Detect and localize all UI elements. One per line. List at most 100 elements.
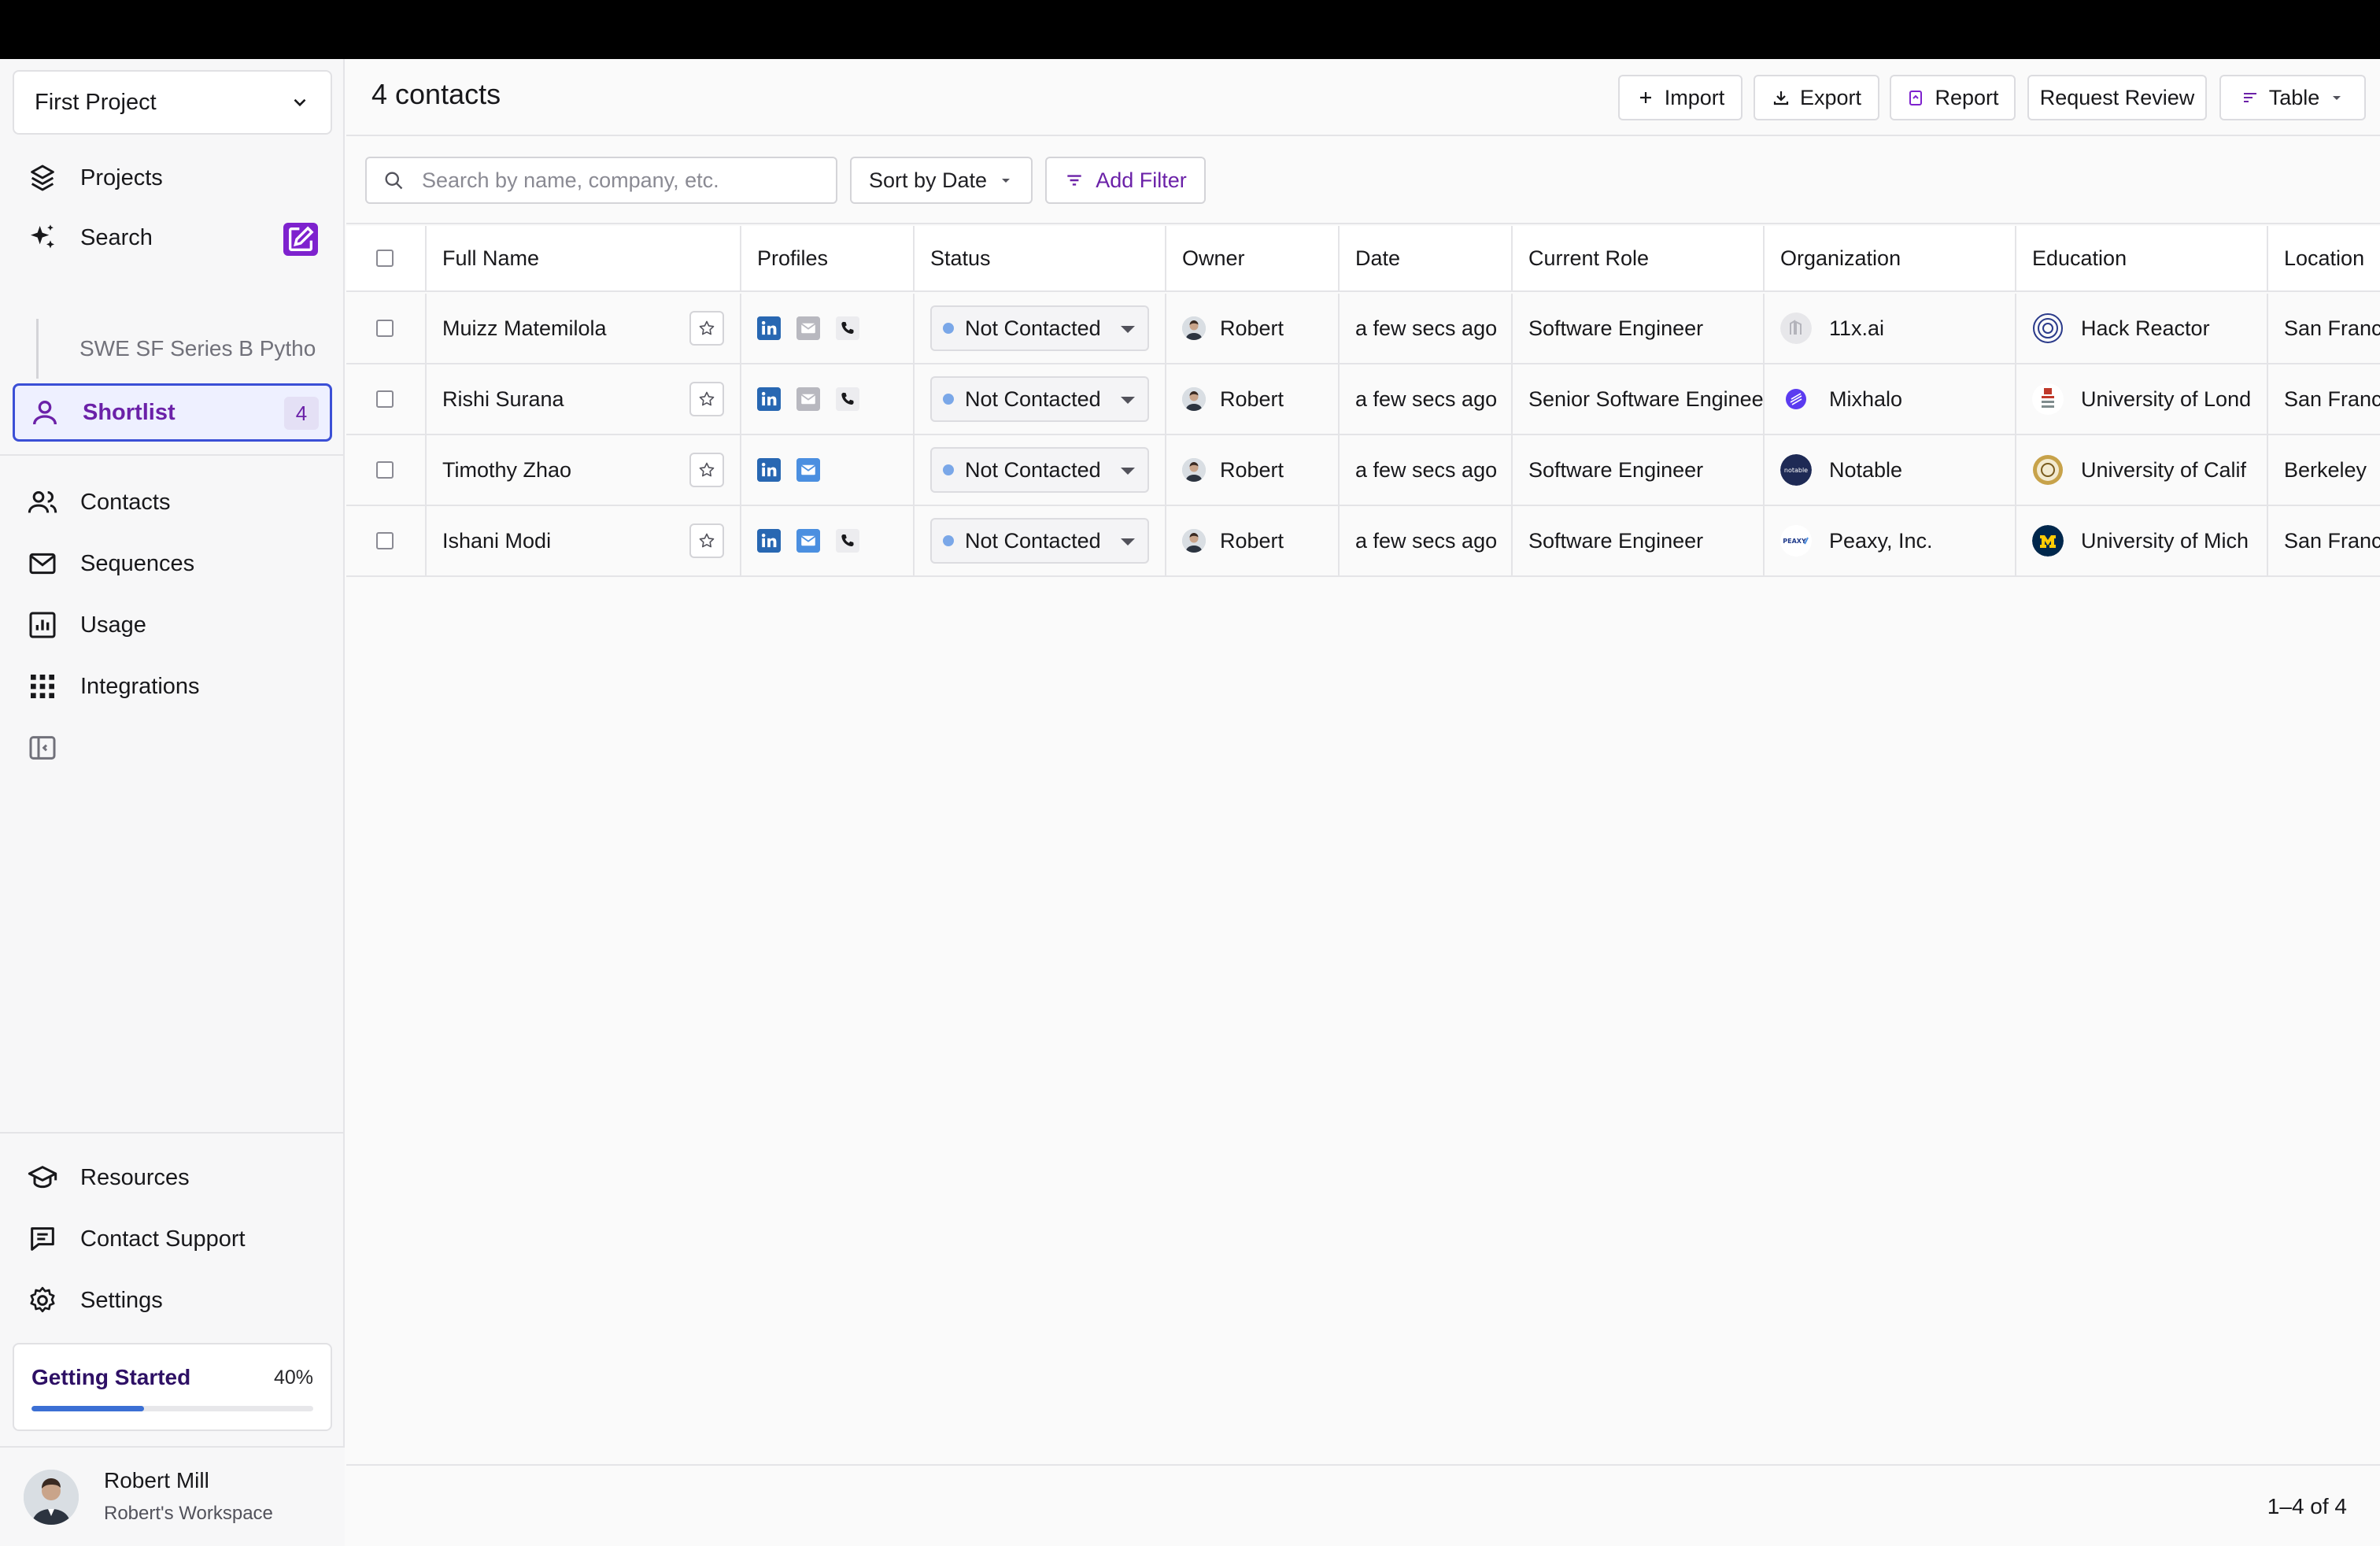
sidebar-item-resources[interactable]: Resources (13, 1148, 332, 1207)
request-review-button[interactable]: Request Review (2027, 75, 2207, 120)
select-all-checkbox[interactable] (376, 250, 394, 267)
status-label: Not Contacted (965, 457, 1101, 482)
table-header: Full Name Profiles Status Owner Date Cur… (346, 226, 2380, 292)
column-header[interactable]: Owner (1166, 226, 1340, 290)
row-checkbox[interactable] (376, 532, 394, 549)
caret-down-icon (1121, 538, 1135, 546)
school-name: University of Lond (2081, 386, 2252, 411)
column-header[interactable]: Status (915, 226, 1166, 290)
linkedin-icon[interactable] (757, 529, 781, 553)
table-row[interactable]: Muizz Matemilola Not Contacted Robert a … (346, 294, 2380, 364)
phone-icon[interactable] (836, 316, 859, 340)
download-icon (1773, 91, 1789, 105)
name-cell: Rishi Surana (427, 364, 741, 434)
plus-icon (1639, 92, 1651, 103)
message-icon (27, 1223, 58, 1255)
contact-name[interactable]: Muizz Matemilola (442, 316, 607, 341)
column-header[interactable]: Date (1340, 226, 1513, 290)
column-header[interactable]: Profiles (741, 226, 915, 290)
caret-down-icon (1121, 326, 1135, 333)
sidebar-item-label: Integrations (80, 673, 200, 699)
contact-name[interactable]: Rishi Surana (442, 387, 564, 412)
organization-cell[interactable]: Mixhalo (1765, 364, 2016, 434)
star-button[interactable] (689, 311, 724, 346)
location-cell: San Franc (2284, 528, 2380, 553)
report-label: Report (1935, 85, 1999, 109)
row-checkbox[interactable] (376, 390, 394, 408)
row-checkbox[interactable] (376, 461, 394, 479)
organization-cell[interactable]: PEAXY Peaxy, Inc. (1765, 506, 2016, 575)
search-box[interactable] (365, 157, 837, 204)
linkedin-icon[interactable] (757, 316, 781, 340)
education-cell[interactable]: Hack Reactor (2016, 294, 2268, 363)
sidebar-item-sequences[interactable]: Sequences (13, 534, 332, 593)
column-header[interactable]: Education (2016, 226, 2268, 290)
email-icon[interactable] (796, 387, 820, 411)
new-search-button[interactable] (283, 223, 318, 256)
avatar (1182, 529, 1206, 553)
linkedin-icon[interactable] (757, 458, 781, 482)
name-cell: Ishani Modi (427, 506, 741, 575)
owner-name: Robert (1220, 316, 1284, 340)
sidebar-item-usage[interactable]: Usage (13, 596, 332, 654)
status-dot (943, 323, 954, 334)
contact-name[interactable]: Timothy Zhao (442, 458, 571, 483)
getting-started-card[interactable]: Getting Started 40% (13, 1343, 332, 1431)
organization-cell[interactable]: notable Notable (1765, 435, 2016, 505)
status-dropdown[interactable]: Not Contacted (930, 518, 1149, 564)
status-dropdown[interactable]: Not Contacted (930, 305, 1149, 351)
avatar (1182, 387, 1206, 411)
education-cell[interactable]: University of Mich (2016, 506, 2268, 575)
status-dropdown[interactable]: Not Contacted (930, 447, 1149, 493)
sidebar-item-projects[interactable]: Projects (13, 149, 332, 207)
sidebar-item-integrations[interactable]: Integrations (13, 657, 332, 716)
graduation-cap-icon (27, 1162, 58, 1193)
sidebar-item-settings[interactable]: Settings (13, 1271, 332, 1330)
phone-icon[interactable] (836, 387, 859, 411)
sidebar-item-contacts[interactable]: Contacts (13, 473, 332, 531)
email-icon[interactable] (796, 316, 820, 340)
star-button[interactable] (689, 523, 724, 558)
column-header[interactable]: Full Name (427, 226, 741, 290)
sort-select[interactable]: Sort by Date (850, 157, 1033, 204)
email-icon[interactable] (796, 529, 820, 553)
star-button[interactable] (689, 382, 724, 416)
column-header[interactable]: Organization (1765, 226, 2016, 290)
sidebar-item-shortlist[interactable]: Shortlist 4 (13, 383, 332, 442)
sidebar-item-label: Shortlist (83, 399, 176, 425)
column-header[interactable]: Location (2268, 226, 2380, 290)
request-review-label: Request Review (2039, 85, 2195, 109)
filter-bar: Sort by Date Add Filter (346, 138, 2380, 224)
export-button[interactable]: Export (1754, 75, 1879, 120)
search-input[interactable] (422, 168, 831, 193)
linkedin-icon[interactable] (757, 387, 781, 411)
project-select[interactable]: First Project (13, 70, 332, 135)
profiles-cell (741, 294, 915, 363)
status-dropdown[interactable]: Not Contacted (930, 376, 1149, 422)
table-row[interactable]: Ishani Modi Not Contacted Robert a few s… (346, 506, 2380, 577)
education-cell[interactable]: University of Calif (2016, 435, 2268, 505)
user-account[interactable]: Robert Mill Robert's Workspace (0, 1446, 345, 1546)
view-select[interactable]: Table (2219, 75, 2366, 120)
import-button[interactable]: Import (1618, 75, 1743, 120)
phone-icon[interactable] (836, 529, 859, 553)
email-icon[interactable] (796, 458, 820, 482)
sidebar-item-contact-support[interactable]: Contact Support (13, 1210, 332, 1268)
add-filter-button[interactable]: Add Filter (1045, 157, 1206, 204)
organization-name: Notable (1829, 457, 1903, 482)
row-checkbox[interactable] (376, 320, 394, 337)
sidebar-item-search[interactable]: Search (13, 209, 332, 267)
education-cell[interactable]: University of Lond (2016, 364, 2268, 434)
column-header[interactable]: Current Role (1513, 226, 1765, 290)
collapse-sidebar-button[interactable] (13, 719, 76, 777)
contact-name[interactable]: Ishani Modi (442, 529, 551, 553)
sidebar-divider (0, 454, 345, 456)
report-button[interactable]: Report (1890, 75, 2016, 120)
star-button[interactable] (689, 453, 724, 487)
organization-cell[interactable]: 11x.ai (1765, 294, 2016, 363)
table-row[interactable]: Rishi Surana Not Contacted Robert a few … (346, 364, 2380, 435)
location-cell: Berkeley (2284, 457, 2367, 482)
table-row[interactable]: Timothy Zhao Not Contacted Robert a few … (346, 435, 2380, 506)
saved-search-label: SWE SF Series B Pytho (79, 336, 316, 361)
saved-search-item[interactable]: SWE SF Series B Pytho (36, 319, 327, 379)
